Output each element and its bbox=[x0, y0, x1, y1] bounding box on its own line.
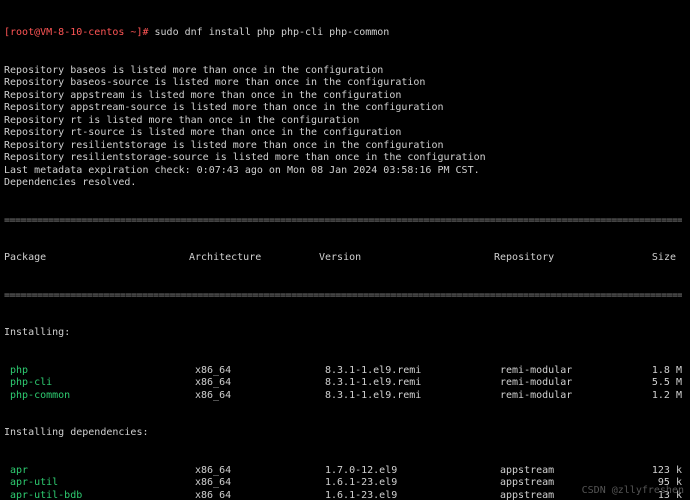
pkg-name: apr bbox=[4, 465, 195, 478]
package-row: aprx86_641.7.0-12.el9appstream123 k bbox=[4, 465, 686, 478]
prompt-line: [root@VM-8-10-centos ~]# sudo dnf instal… bbox=[4, 27, 686, 40]
package-row: phpx86_648.3.1-1.el9.remiremi-modular1.8… bbox=[4, 365, 686, 378]
pkg-arch: x86_64 bbox=[195, 465, 325, 478]
pkg-version: 1.6.1-23.el9 bbox=[325, 477, 500, 490]
warning-line: Repository rt-source is listed more than… bbox=[4, 127, 686, 140]
pkg-repo: remi-modular bbox=[500, 390, 630, 403]
pkg-arch: x86_64 bbox=[195, 477, 325, 490]
separator-line: ========================================… bbox=[4, 215, 682, 228]
pkg-size: 1.8 M bbox=[630, 365, 682, 378]
col-arch: Architecture bbox=[189, 252, 319, 265]
terminal-output[interactable]: [root@VM-8-10-centos ~]# sudo dnf instal… bbox=[0, 0, 690, 500]
pkg-arch: x86_64 bbox=[195, 390, 325, 403]
pkg-version: 1.7.0-12.el9 bbox=[325, 465, 500, 478]
col-size: Size bbox=[624, 252, 676, 265]
warning-line: Repository rt is listed more than once i… bbox=[4, 115, 686, 128]
pkg-name: php-common bbox=[4, 390, 195, 403]
col-version: Version bbox=[319, 252, 494, 265]
warning-line: Repository baseos-source is listed more … bbox=[4, 77, 686, 90]
pkg-arch: x86_64 bbox=[195, 377, 325, 390]
pkg-version: 8.3.1-1.el9.remi bbox=[325, 365, 500, 378]
pkg-repo: remi-modular bbox=[500, 365, 630, 378]
warning-line: Repository resilientstorage-source is li… bbox=[4, 152, 686, 165]
pkg-name: php-cli bbox=[4, 377, 195, 390]
col-package: Package bbox=[4, 252, 189, 265]
pkg-version: 8.3.1-1.el9.remi bbox=[325, 377, 500, 390]
warning-line: Repository baseos is listed more than on… bbox=[4, 65, 686, 78]
pkg-arch: x86_64 bbox=[195, 490, 325, 500]
pkg-size: 95 k bbox=[630, 477, 682, 490]
pkg-name: apr-util bbox=[4, 477, 195, 490]
pkg-repo: appstream bbox=[500, 490, 630, 500]
pkg-repo: appstream bbox=[500, 477, 630, 490]
pkg-name: php bbox=[4, 365, 195, 378]
col-repo: Repository bbox=[494, 252, 624, 265]
prompt-command: sudo dnf install php php-cli php-common bbox=[155, 27, 390, 38]
section-deps: Installing dependencies: bbox=[4, 427, 686, 440]
pkg-arch: x86_64 bbox=[195, 365, 325, 378]
package-row: php-clix86_648.3.1-1.el9.remiremi-modula… bbox=[4, 377, 686, 390]
pkg-size: 13 k bbox=[630, 490, 682, 500]
pkg-size: 5.5 M bbox=[630, 377, 682, 390]
pkg-repo: remi-modular bbox=[500, 377, 630, 390]
column-headers: Package Architecture Version Repository … bbox=[4, 252, 686, 265]
pkg-size: 123 k bbox=[630, 465, 682, 478]
package-row: php-commonx86_648.3.1-1.el9.remiremi-mod… bbox=[4, 390, 686, 403]
prompt-user: [root@VM-8-10-centos ~]# bbox=[4, 27, 155, 38]
warning-line: Dependencies resolved. bbox=[4, 177, 686, 190]
pkg-version: 1.6.1-23.el9 bbox=[325, 490, 500, 500]
pkg-version: 8.3.1-1.el9.remi bbox=[325, 390, 500, 403]
pkg-repo: appstream bbox=[500, 465, 630, 478]
separator-line: ========================================… bbox=[4, 290, 682, 303]
pkg-size: 1.2 M bbox=[630, 390, 682, 403]
pkg-name: apr-util-bdb bbox=[4, 490, 195, 500]
package-row: apr-util-bdbx86_641.6.1-23.el9appstream1… bbox=[4, 490, 686, 500]
package-row: apr-utilx86_641.6.1-23.el9appstream95 k bbox=[4, 477, 686, 490]
section-installing: Installing: bbox=[4, 327, 686, 340]
warning-line: Repository resilientstorage is listed mo… bbox=[4, 140, 686, 153]
warning-line: Repository appstream-source is listed mo… bbox=[4, 102, 686, 115]
warning-line: Last metadata expiration check: 0:07:43 … bbox=[4, 165, 686, 178]
warning-line: Repository appstream is listed more than… bbox=[4, 90, 686, 103]
